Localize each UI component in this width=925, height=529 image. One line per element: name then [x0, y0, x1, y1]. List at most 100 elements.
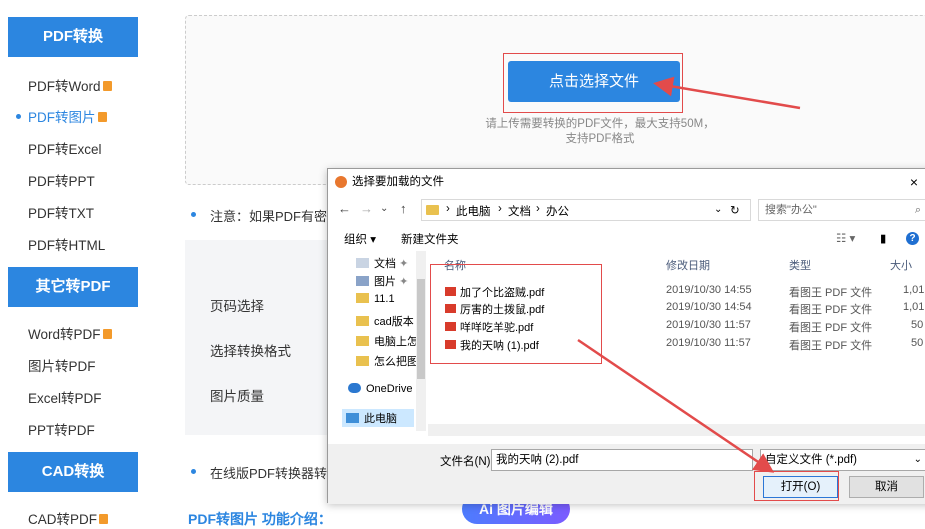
address-bar[interactable]: › 此电脑 › 文档 › 办公 ⌄ ↻ — [421, 199, 751, 221]
sidebar-item-ppt-to-pdf[interactable]: PPT转PDF — [28, 419, 95, 439]
breadcrumb-sep: › — [446, 203, 450, 215]
forward-arrow-icon[interactable]: → — [360, 201, 373, 216]
preview-pane-icon[interactable]: ▮ — [880, 231, 886, 245]
chevron-down-icon: ⌄ — [913, 454, 922, 465]
sidebar-item-pdf-to-html[interactable]: PDF转HTML — [28, 234, 105, 254]
nav-item-pictures[interactable]: 图片 ✦ — [356, 273, 408, 289]
nav-item-documents[interactable]: 文档 ✦ — [356, 255, 408, 271]
nav-item-label: cad版本 — [374, 316, 414, 328]
choose-file-button[interactable]: 点击选择文件 — [508, 61, 680, 102]
folder-icon — [356, 336, 369, 346]
note-online-converter: 在线版PDF转换器转 — [210, 466, 328, 481]
file-size: 50 — [911, 319, 924, 331]
file-type: 看图王 PDF 文件 — [789, 322, 873, 334]
address-row: ← → ⌄ ↑ › 此电脑 › 文档 › 办公 ⌄ ↻ 搜索"办公" ⌕ — [328, 197, 925, 223]
filetype-value: 自定义文件 (*.pdf) — [765, 454, 858, 466]
nav-item-label: 怎么把图 — [374, 356, 418, 368]
nav-item-label: 此电脑 — [364, 413, 397, 425]
upload-hint-line1: 请上传需要转换的PDF文件，最大支持50M， — [485, 118, 715, 130]
nav-item-label: 图片 — [374, 276, 396, 288]
pictures-icon — [356, 276, 369, 286]
dialog-toolbar: 组织 ▾ 新建文件夹 ☷ ▾ ▮ ? — [328, 227, 925, 251]
view-options-icon[interactable]: ☷ ▾ — [836, 231, 855, 245]
nav-item-folder-cad[interactable]: cad版本 — [356, 313, 414, 329]
section-header-cad-convert[interactable]: CAD转换 — [8, 452, 138, 492]
file-date: 2019/10/30 11:57 — [666, 337, 751, 349]
filetype-select[interactable]: 自定义文件 (*.pdf) ⌄ — [760, 449, 925, 471]
nav-item-label: 文档 — [374, 258, 396, 270]
cancel-button[interactable]: 取消 — [849, 476, 924, 498]
section-header-other-to-pdf[interactable]: 其它转PDF — [8, 267, 138, 307]
pin-icon: ✦ — [399, 276, 409, 288]
file-size: 1,01 — [903, 301, 925, 313]
documents-icon — [356, 258, 369, 268]
vip-icon — [97, 112, 107, 122]
sidebar: PDF转换 PDF转Word PDF转图片 PDF转Excel PDF转PPT … — [0, 0, 145, 527]
sidebar-item-pdf-to-ppt[interactable]: PDF转PPT — [28, 170, 95, 190]
chevron-down-icon[interactable]: ⌄ — [380, 203, 388, 214]
horizontal-scrollbar[interactable] — [428, 424, 925, 436]
nav-item-folder-11-1[interactable]: 11.1 — [356, 293, 395, 305]
vip-icon — [102, 81, 112, 91]
navigation-pane: 文档 ✦ 图片 ✦ 11.1 cad版本 电脑上怎 怎么把图 OneDrive … — [328, 251, 428, 431]
sidebar-item-label: PDF转Word — [28, 79, 101, 94]
computer-icon — [346, 413, 359, 423]
section-header-pdf-convert[interactable]: PDF转换 — [8, 17, 138, 57]
upload-hint-line2: 支持PDF格式 — [565, 133, 635, 145]
file-date: 2019/10/30 14:54 — [666, 301, 752, 313]
close-icon[interactable]: × — [910, 169, 918, 195]
breadcrumb-office[interactable]: 办公 — [546, 203, 569, 219]
sidebar-item-label: PDF转图片 — [28, 110, 96, 125]
format-select-label: 选择转换格式 — [210, 344, 291, 359]
file-type: 看图王 PDF 文件 — [789, 287, 873, 299]
search-input[interactable]: 搜索"办公" ⌕ — [758, 199, 925, 221]
nav-item-folder-computer[interactable]: 电脑上怎 — [356, 333, 418, 349]
search-icon: ⌕ — [914, 204, 921, 216]
sidebar-item-word-to-pdf[interactable]: Word转PDF — [28, 323, 112, 343]
folder-icon — [426, 205, 439, 215]
feature-intro-title: PDF转图片 功能介绍： — [188, 511, 332, 527]
nav-scrollbar-thumb[interactable] — [417, 279, 425, 379]
chevron-down-icon[interactable]: ⌄ — [714, 204, 722, 215]
breadcrumb-documents[interactable]: 文档 — [508, 203, 531, 219]
file-type: 看图王 PDF 文件 — [789, 340, 873, 352]
sidebar-item-pdf-to-word[interactable]: PDF转Word — [28, 75, 112, 95]
sidebar-item-cad-to-pdf[interactable]: CAD转PDF — [28, 508, 109, 528]
file-size: 1,01 — [903, 284, 925, 296]
folder-icon — [356, 316, 369, 326]
up-arrow-icon[interactable]: ↑ — [400, 201, 407, 216]
annotation-highlight-box — [430, 264, 602, 364]
column-header-date[interactable]: 修改日期 — [666, 257, 710, 273]
column-header-size[interactable]: 大小 — [890, 257, 912, 273]
folder-icon — [356, 293, 369, 303]
note-password: 注意：如果PDF有密 — [210, 209, 328, 224]
organize-button[interactable]: 组织 ▾ — [344, 231, 376, 247]
nav-item-onedrive[interactable]: OneDrive — [348, 383, 412, 395]
nav-item-label: 11.1 — [374, 293, 395, 305]
file-open-dialog: 选择要加载的文件 × ← → ⌄ ↑ › 此电脑 › 文档 › 办公 ⌄ ↻ 搜… — [327, 168, 925, 504]
filename-input[interactable]: 我的天呐 (2).pdf — [491, 449, 753, 471]
sidebar-item-pdf-to-excel[interactable]: PDF转Excel — [28, 138, 102, 158]
breadcrumb-this-pc[interactable]: 此电脑 — [456, 203, 491, 219]
sidebar-item-label: Word转PDF — [28, 327, 101, 342]
pin-icon: ✦ — [399, 258, 409, 270]
help-icon[interactable]: ? — [906, 232, 919, 245]
nav-item-folder-how[interactable]: 怎么把图 — [356, 353, 418, 369]
sidebar-item-pdf-to-txt[interactable]: PDF转TXT — [28, 202, 94, 222]
page-select-label: 页码选择 — [210, 299, 264, 314]
dialog-titlebar: 选择要加载的文件 × — [328, 169, 925, 195]
nav-item-label: OneDrive — [366, 383, 413, 395]
nav-item-label: 电脑上怎 — [374, 336, 418, 348]
new-folder-button[interactable]: 新建文件夹 — [401, 231, 459, 247]
sidebar-item-image-to-pdf[interactable]: 图片转PDF — [28, 355, 96, 375]
sidebar-item-excel-to-pdf[interactable]: Excel转PDF — [28, 387, 102, 407]
nav-item-this-pc[interactable]: 此电脑 — [342, 409, 414, 427]
bullet-icon — [191, 212, 196, 217]
file-date: 2019/10/30 14:55 — [666, 284, 752, 296]
dialog-title: 选择要加载的文件 — [352, 176, 444, 188]
refresh-icon[interactable]: ↻ — [730, 203, 740, 217]
column-header-type[interactable]: 类型 — [789, 257, 811, 273]
sidebar-item-pdf-to-image[interactable]: PDF转图片 — [28, 106, 107, 126]
back-arrow-icon[interactable]: ← — [338, 201, 351, 216]
filename-row: 文件名(N): 我的天呐 (2).pdf 自定义文件 (*.pdf) ⌄ — [328, 444, 925, 474]
